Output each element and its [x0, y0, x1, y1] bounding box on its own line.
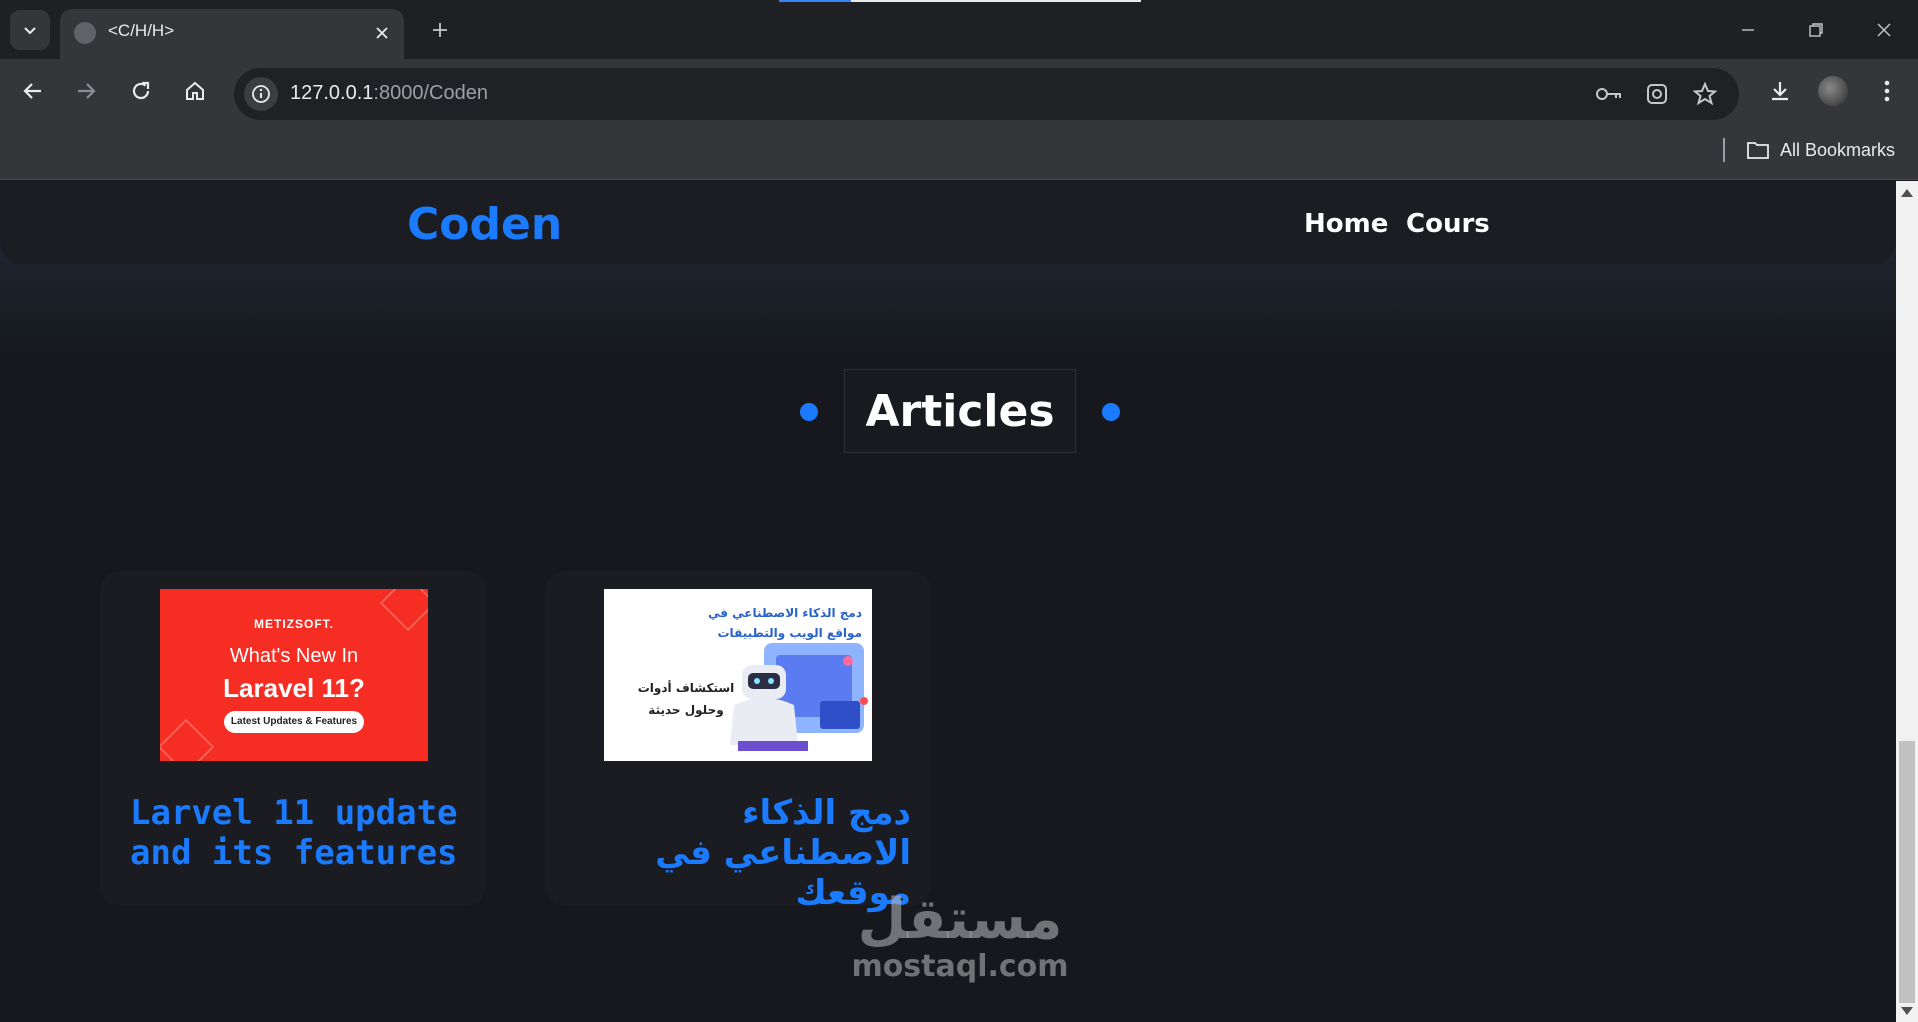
site-info-button[interactable] — [244, 77, 278, 111]
banner-line1: What's New In — [229, 645, 359, 667]
nav-cours-link[interactable]: Cours — [1406, 209, 1490, 239]
scroll-thumb[interactable] — [1899, 741, 1915, 1003]
article-card[interactable]: METIZSOFT. What's New In Laravel 11? Lat… — [100, 571, 486, 906]
browser-tab[interactable]: <C/H/H> — [60, 9, 404, 59]
forward-button[interactable] — [67, 72, 105, 110]
robot-illustration-icon — [730, 643, 868, 751]
lens-screenshot-button[interactable] — [1642, 79, 1672, 109]
mostaql-watermark: مستقل mostaql.com — [840, 890, 1080, 984]
browser-menu-button[interactable] — [1868, 72, 1906, 110]
laravel-banner: METIZSOFT. What's New In Laravel 11? Lat… — [160, 589, 428, 761]
password-key-button[interactable] — [1594, 79, 1624, 109]
url-text[interactable]: 127.0.0.1:8000/Coden — [290, 82, 488, 105]
chevron-down-icon — [24, 27, 36, 35]
home-icon — [186, 81, 204, 100]
reload-button[interactable] — [122, 72, 160, 110]
plus-icon — [433, 23, 447, 37]
camera-search-icon — [1647, 84, 1667, 104]
site-header: Coden Home Cours — [0, 181, 1896, 264]
banner-pill: Latest Updates & Features — [224, 711, 364, 733]
restore-icon — [1809, 23, 1823, 37]
more-vertical-icon — [1884, 80, 1890, 102]
close-icon — [376, 27, 388, 39]
section-title-box: Articles — [844, 369, 1076, 453]
article-image[interactable]: دمج الذكاء الاصطناعي في مواقع الويب والت… — [604, 589, 872, 761]
new-tab-button[interactable] — [424, 14, 456, 46]
home-button[interactable] — [176, 72, 214, 110]
arrow-right-icon — [78, 83, 96, 99]
tab-close-button[interactable] — [370, 21, 394, 45]
banner-brand: METIZSOFT. — [254, 617, 334, 631]
info-icon — [252, 85, 270, 103]
tab-strip: <C/H/H> — [0, 0, 1918, 59]
scroll-up-arrow[interactable] — [1901, 189, 1913, 197]
site-logo[interactable]: Coden — [407, 199, 562, 250]
loading-bar — [779, 0, 1141, 2]
url-path: :8000/Coden — [373, 82, 488, 104]
minimize-button[interactable] — [1720, 10, 1776, 50]
title-dot-right — [1102, 403, 1120, 421]
ai-banner: دمج الذكاء الاصطناعي في مواقع الويب والت… — [604, 589, 872, 761]
tab-title: <C/H/H> — [108, 21, 175, 40]
star-icon — [1693, 82, 1717, 106]
download-icon — [1772, 82, 1788, 101]
tab-search-button[interactable] — [10, 10, 50, 50]
watermark-latin: mostaql.com — [851, 949, 1069, 984]
arrow-left-icon — [23, 83, 41, 99]
avatar — [1818, 76, 1848, 106]
article-image[interactable]: METIZSOFT. What's New In Laravel 11? Lat… — [160, 589, 428, 761]
key-icon — [1596, 88, 1621, 100]
laravel-logo-decor — [160, 718, 215, 761]
downloads-button[interactable] — [1761, 72, 1799, 110]
watermark-arabic: مستقل — [857, 887, 1063, 952]
nav-home-link[interactable]: Home — [1304, 209, 1388, 239]
bookmark-star-button[interactable] — [1690, 79, 1720, 109]
section-title: Articles — [865, 385, 1055, 437]
window-close-button[interactable] — [1856, 10, 1912, 50]
all-bookmarks-label: All Bookmarks — [1780, 139, 1896, 160]
back-button[interactable] — [14, 72, 52, 110]
page-scrollbar[interactable] — [1896, 181, 1918, 1022]
article-title[interactable]: Larvel 11 update and its features — [130, 793, 470, 873]
minimize-icon — [1742, 29, 1754, 31]
title-dot-left — [800, 403, 818, 421]
banner-line2: Laravel 11? — [223, 673, 365, 703]
bookmarks-separator — [1723, 138, 1725, 162]
restore-button[interactable] — [1788, 10, 1844, 50]
close-icon — [1877, 23, 1891, 37]
profile-avatar[interactable] — [1814, 72, 1852, 110]
reload-icon — [132, 81, 150, 100]
url-host: 127.0.0.1 — [290, 82, 374, 104]
address-bar[interactable]: 127.0.0.1:8000/Coden — [234, 68, 1739, 120]
globe-icon — [74, 22, 96, 44]
article-card[interactable]: دمج الذكاء الاصطناعي في مواقع الويب والت… — [545, 571, 931, 913]
browser-toolbar: 127.0.0.1:8000/Coden — [0, 59, 1918, 122]
bookmarks-bar: All Bookmarks — [0, 122, 1918, 180]
all-bookmarks-button[interactable]: All Bookmarks — [1746, 136, 1895, 164]
folder-icon — [1747, 142, 1769, 159]
scroll-down-arrow[interactable] — [1901, 1007, 1913, 1015]
